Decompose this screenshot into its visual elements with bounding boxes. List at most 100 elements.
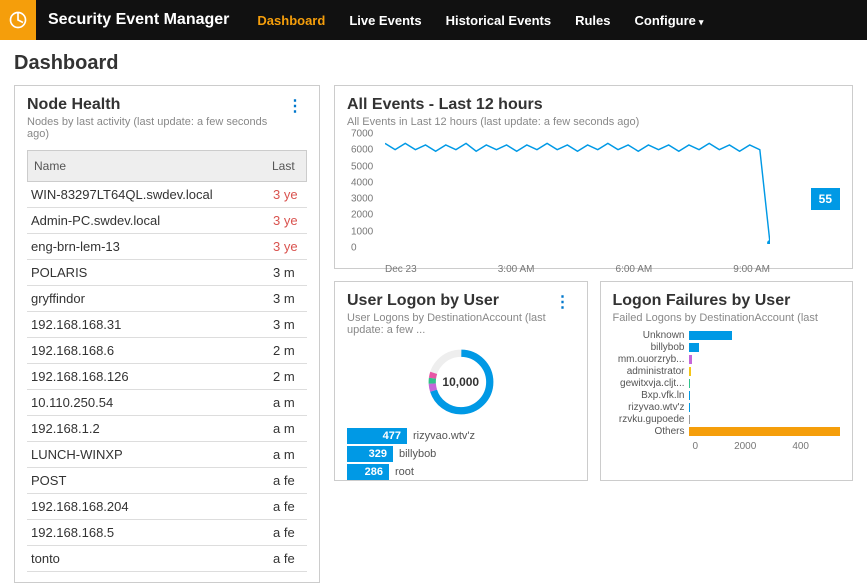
y-tick: 3000 — [351, 194, 373, 205]
node-last: a m — [271, 416, 307, 441]
node-health-title: Node Health — [27, 96, 283, 114]
failure-bar-row[interactable]: rzvku.gupoede — [613, 414, 841, 425]
y-tick: 1000 — [351, 226, 373, 237]
failure-track — [689, 331, 841, 340]
app-title: Security Event Manager — [48, 11, 229, 29]
bar-value: 477 — [347, 428, 407, 444]
failures-xaxis: 02000400 — [693, 441, 841, 452]
table-row[interactable]: 192.168.1.2a m — [27, 416, 307, 442]
node-health-subtitle: Nodes by last activity (last update: a f… — [27, 116, 283, 140]
y-tick: 0 — [351, 243, 357, 254]
node-name: gryffindor — [27, 286, 271, 311]
table-row[interactable]: 192.168.168.5a fe — [27, 520, 307, 546]
table-row[interactable]: gryffindor3 m — [27, 286, 307, 312]
logon-failures-title: Logon Failures by User — [613, 292, 841, 310]
failure-track — [689, 415, 841, 424]
failure-label: Others — [613, 426, 689, 437]
failure-label: Bxp.vfk.ln — [613, 390, 689, 401]
node-last: 3 ye — [271, 208, 307, 233]
user-logon-title: User Logon by User — [347, 292, 551, 310]
node-name: LUNCH-WINXP — [27, 442, 271, 467]
table-row[interactable]: tontoa fe — [27, 546, 307, 572]
y-tick: 5000 — [351, 161, 373, 172]
failure-track — [689, 367, 841, 376]
logon-bar-row[interactable]: 329billybob — [347, 446, 575, 462]
failure-fill — [689, 415, 690, 424]
x-tick: 9:00 AM — [733, 264, 770, 275]
node-health-table: Name Last WIN-83297LT64QL.swdev.local3 y… — [27, 150, 307, 572]
node-name: 192.168.168.126 — [27, 364, 271, 389]
table-row[interactable]: POLARIS3 m — [27, 260, 307, 286]
all-events-chart[interactable]: 01000200030004000500060007000 55 — [347, 134, 840, 260]
failure-fill — [689, 367, 691, 376]
node-name: 192.168.168.5 — [27, 520, 271, 545]
x-tick: 0 — [693, 441, 699, 452]
table-row[interactable]: POSTa fe — [27, 468, 307, 494]
kebab-menu-icon[interactable]: ⋮ — [551, 292, 575, 312]
node-name: 192.168.168.6 — [27, 338, 271, 363]
table-row[interactable]: Admin-PC.swdev.local3 ye — [27, 208, 307, 234]
failure-label: billybob — [613, 342, 689, 353]
nav-configure[interactable]: Configure▾ — [634, 13, 703, 28]
x-tick: Dec 23 — [385, 264, 417, 275]
chevron-down-icon: ▾ — [699, 17, 704, 27]
table-row[interactable]: 192.168.168.1262 m — [27, 364, 307, 390]
failure-bar-row[interactable]: Bxp.vfk.ln — [613, 390, 841, 401]
node-name: 192.168.168.31 — [27, 312, 271, 337]
node-last: 3 ye — [271, 182, 307, 207]
table-row[interactable]: 192.168.168.204a fe — [27, 494, 307, 520]
app-logo[interactable] — [0, 0, 36, 40]
col-last: Last — [270, 151, 306, 181]
node-last: a fe — [271, 494, 307, 519]
table-header[interactable]: Name Last — [27, 150, 307, 182]
node-last: a m — [271, 390, 307, 415]
donut-chart[interactable]: 10,000 — [423, 344, 499, 420]
nav-rules[interactable]: Rules — [575, 13, 610, 28]
failure-bar-row[interactable]: Others — [613, 426, 841, 437]
failure-fill — [689, 331, 732, 340]
table-row[interactable]: eng-brn-lem-133 ye — [27, 234, 307, 260]
failure-bar-row[interactable]: mm.ouorzryb... — [613, 354, 841, 365]
failure-bar-row[interactable]: rizyvao.wtv'z — [613, 402, 841, 413]
legend-badge[interactable]: 55 — [811, 188, 840, 210]
nav-historical-events[interactable]: Historical Events — [446, 13, 552, 28]
user-logon-subtitle: User Logons by DestinationAccount (last … — [347, 312, 551, 336]
failure-bar-row[interactable]: Unknown — [613, 330, 841, 341]
node-last: 3 ye — [271, 234, 307, 259]
table-row[interactable]: 192.168.168.313 m — [27, 312, 307, 338]
logon-bar-row[interactable]: 286 root — [347, 464, 575, 480]
failure-bar-row[interactable]: administrator — [613, 366, 841, 377]
y-tick: 4000 — [351, 177, 373, 188]
node-last: a fe — [271, 468, 307, 493]
table-row[interactable]: 192.168.168.62 m — [27, 338, 307, 364]
nav-menu: Dashboard Live Events Historical Events Rul… — [257, 13, 703, 28]
node-last: a m — [271, 442, 307, 467]
all-events-panel: All Events - Last 12 hours All Events in… — [334, 85, 853, 269]
failure-label: Unknown — [613, 330, 689, 341]
node-name: 192.168.168.204 — [27, 494, 271, 519]
bar-label: billybob — [399, 448, 436, 460]
failure-track — [689, 355, 841, 364]
node-name: tonto — [27, 546, 271, 571]
node-last: 3 m — [271, 260, 307, 285]
failure-fill — [689, 355, 693, 364]
failure-fill — [689, 379, 691, 388]
kebab-menu-icon[interactable]: ⋮ — [283, 96, 307, 116]
nav-live-events[interactable]: Live Events — [349, 13, 421, 28]
node-name: 10.110.250.54 — [27, 390, 271, 415]
node-last: a fe — [271, 520, 307, 545]
logon-bar-row[interactable]: 477rizyvao.wtv'z — [347, 428, 575, 444]
table-row[interactable]: LUNCH-WINXPa m — [27, 442, 307, 468]
bar-label: root — [395, 466, 414, 478]
failure-label: gewitxvja.cljt... — [613, 378, 689, 389]
user-logon-panel: User Logon by User User Logons by Destin… — [334, 281, 588, 481]
nav-dashboard[interactable]: Dashboard — [257, 13, 325, 28]
table-row[interactable]: 10.110.250.54a m — [27, 390, 307, 416]
x-tick: 3:00 AM — [498, 264, 535, 275]
table-row[interactable]: WIN-83297LT64QL.swdev.local3 ye — [27, 182, 307, 208]
failure-bar-row[interactable]: billybob — [613, 342, 841, 353]
failure-track — [689, 343, 841, 352]
bar-value: 286 — [347, 464, 389, 480]
failure-bar-row[interactable]: gewitxvja.cljt... — [613, 378, 841, 389]
failure-track — [689, 379, 841, 388]
